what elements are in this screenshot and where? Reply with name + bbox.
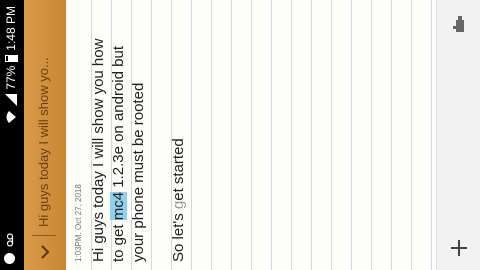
status-time: 1:48 PM bbox=[4, 6, 18, 51]
note-line: your phone must be rooted bbox=[130, 82, 147, 262]
note-body[interactable]: Hi guys today I will show you how to get… bbox=[89, 12, 189, 262]
note-paper[interactable]: 1:03PM, Oct 27, 2018 Hi guys today I wil… bbox=[66, 0, 436, 270]
wifi-icon bbox=[6, 110, 16, 123]
status-bar: 77% 1:48 PM bbox=[0, 0, 24, 270]
note-line: to get mc4 1.2.3e on android but bbox=[109, 12, 129, 262]
note-text: 1.2.3e on android but bbox=[110, 46, 127, 192]
note-timestamp: 1:03PM, Oct 27, 2018 bbox=[74, 184, 83, 262]
add-button[interactable] bbox=[445, 234, 473, 262]
note-text: So let's bbox=[170, 209, 187, 262]
screen: 77% 1:48 PM Hi guys today I will show yo… bbox=[0, 0, 480, 270]
voicemail-icon bbox=[6, 233, 13, 247]
status-right: 77% 1:48 PM bbox=[4, 6, 18, 124]
text-cursor-position: g bbox=[170, 200, 187, 210]
note-line: So let's get started bbox=[169, 12, 189, 262]
battery-icon bbox=[4, 54, 18, 62]
bottom-bar bbox=[436, 0, 480, 270]
battery-percent: 77% bbox=[4, 65, 18, 90]
toolbar: Hi guys today I will show yo... bbox=[24, 0, 67, 270]
edit-mode-icon bbox=[453, 16, 464, 32]
notification-dot-icon bbox=[4, 253, 15, 264]
status-left bbox=[4, 233, 15, 264]
back-button[interactable] bbox=[33, 240, 57, 264]
edit-mode-button[interactable] bbox=[447, 12, 471, 36]
plus-icon bbox=[451, 240, 467, 256]
selected-word[interactable]: mc4 bbox=[110, 191, 127, 221]
note-line: Hi guys today I will show you how bbox=[90, 38, 107, 262]
note-title-field[interactable]: Hi guys today I will show yo... bbox=[32, 10, 56, 236]
note-text: to get bbox=[110, 220, 127, 262]
signal-icon bbox=[5, 93, 17, 106]
chevron-down-icon bbox=[41, 245, 50, 259]
note-text: et started bbox=[170, 138, 187, 201]
